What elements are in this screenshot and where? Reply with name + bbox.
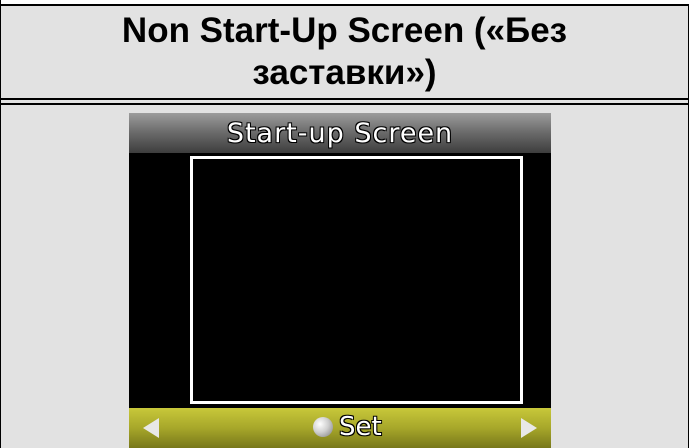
ball-icon — [313, 417, 333, 437]
set-button[interactable]: Set — [313, 412, 382, 442]
set-label: Set — [339, 412, 382, 442]
device-title: Start-up Screen — [226, 117, 454, 149]
device-footer-bar: Set — [129, 408, 551, 448]
startup-preview-frame — [190, 156, 523, 404]
triangle-right-icon[interactable] — [521, 418, 537, 438]
device-title-bar: Start-up Screen — [129, 113, 551, 153]
heading-band: Non Start-Up Screen («Без заставки») — [1, 6, 688, 98]
triangle-left-icon[interactable] — [143, 418, 159, 438]
divider-line — [1, 98, 688, 100]
page-heading: Non Start-Up Screen («Без заставки») — [121, 11, 568, 92]
divider-line — [1, 103, 688, 105]
device-screen: Start-up Screen Set — [129, 113, 551, 448]
document-page: Non Start-Up Screen («Без заставки») Sta… — [0, 0, 689, 448]
